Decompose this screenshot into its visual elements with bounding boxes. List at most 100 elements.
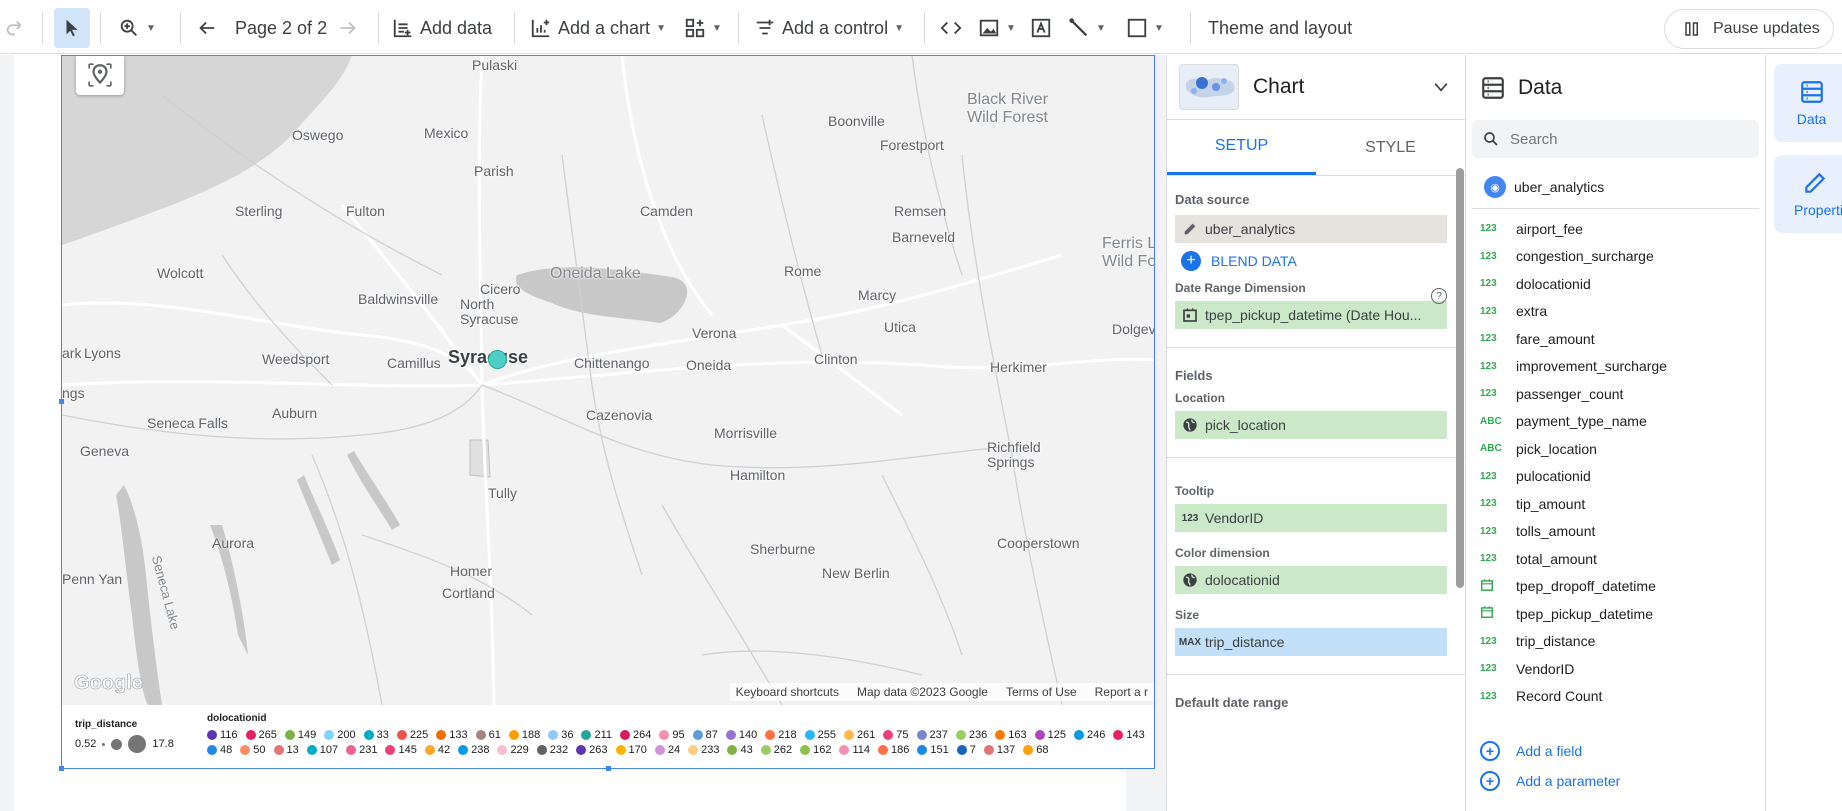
field-item[interactable]: ABC pick_location <box>1466 435 1765 463</box>
map-attribution-link[interactable]: Map data ©2023 Google <box>857 685 988 699</box>
text-type-icon: ABC <box>1480 443 1502 455</box>
google-map-chart[interactable]: Pulaski Oswego Mexico Boonville Black River … <box>62 55 1154 705</box>
components-icon <box>685 18 705 38</box>
embed-code-button[interactable] <box>940 8 962 48</box>
blend-data-button[interactable]: + BLEND DATA <box>1181 251 1457 271</box>
field-item[interactable]: 123 dolocationid <box>1466 270 1765 298</box>
field-item[interactable]: tpep_pickup_datetime <box>1466 600 1765 628</box>
side-tab-data[interactable]: Data <box>1774 64 1842 142</box>
next-page-button[interactable] <box>337 8 359 48</box>
color-dimension-chip[interactable]: dolocationid <box>1175 566 1447 594</box>
pause-updates-button[interactable]: Pause updates <box>1664 9 1834 49</box>
field-item[interactable]: 123 Record Count <box>1466 683 1765 711</box>
field-item[interactable]: 123 airport_fee <box>1466 215 1765 243</box>
community-viz-button[interactable]: ▼ <box>684 8 722 48</box>
chevron-down-icon[interactable] <box>1431 77 1451 97</box>
number-type-icon: 123 <box>1480 250 1497 262</box>
field-item[interactable]: 123 improvement_surcharge <box>1466 353 1765 381</box>
field-item[interactable]: tpep_dropoff_datetime <box>1466 573 1765 601</box>
number-type-icon: 123 <box>1480 553 1497 565</box>
color-dimension-label: Color dimension <box>1175 546 1270 560</box>
field-item[interactable]: ABC payment_type_name <box>1466 408 1765 436</box>
map-place-label: Oswego <box>292 127 344 143</box>
color-legend-item: 151 <box>917 744 949 756</box>
shape-button[interactable]: ▼ <box>1126 8 1164 48</box>
add-chart-button[interactable]: Add a chart ▼ <box>530 8 666 48</box>
divider <box>1167 347 1465 348</box>
aggregation-badge[interactable]: MAX <box>1175 628 1205 656</box>
previous-page-button[interactable] <box>196 8 218 48</box>
panel-scrollbar[interactable] <box>1456 168 1464 588</box>
search-input[interactable] <box>1510 130 1730 148</box>
color-swatch <box>878 745 888 755</box>
number-type-icon: 123 <box>1480 360 1497 372</box>
location-chip[interactable]: pick_location <box>1175 411 1447 439</box>
color-legend-value: 114 <box>852 744 870 756</box>
redo-button[interactable] <box>4 8 26 48</box>
data-source-chip[interactable]: uber_analytics <box>1175 215 1447 243</box>
redo-icon <box>6 20 22 36</box>
map-attribution: Keyboard shortcuts Map data ©2023 Google T… <box>729 683 1154 701</box>
map-attribution-link[interactable]: Report a r <box>1095 685 1148 699</box>
chevron-down-icon: ▼ <box>1154 22 1164 34</box>
chart-type-thumbnail[interactable] <box>1179 64 1239 110</box>
field-item[interactable]: 123 pulocationid <box>1466 463 1765 491</box>
line-button[interactable]: ▼ <box>1068 8 1106 48</box>
map-location-control[interactable] <box>76 55 124 95</box>
text-box-button[interactable] <box>1030 8 1052 48</box>
select-tool-button[interactable] <box>54 8 90 48</box>
add-control-button[interactable]: Add a control ▼ <box>754 8 904 48</box>
color-legend-item: 145 <box>385 744 417 756</box>
theme-layout-button[interactable]: Theme and layout <box>1208 8 1352 48</box>
help-icon[interactable]: ? <box>1431 288 1447 304</box>
data-panel: Data ◉ uber_analytics 123 airport_fee 123 c… <box>1465 55 1765 811</box>
map-attribution-link[interactable]: Keyboard shortcuts <box>736 685 839 699</box>
map-legend: trip_distance 0.52 17.8 dolocationid 116… <box>62 705 1154 769</box>
color-legend-item: 163 <box>995 729 1027 741</box>
field-item[interactable]: 123 congestion_surcharge <box>1466 243 1765 271</box>
map-place-label: Baldwinsville <box>358 291 439 307</box>
map-place-label: Sterling <box>235 203 283 219</box>
add-field-button[interactable]: + Add a field <box>1466 736 1765 766</box>
add-parameter-button[interactable]: + Add a parameter <box>1466 766 1765 796</box>
color-legend-item: 137 <box>983 744 1015 756</box>
data-source-row[interactable]: ◉ uber_analytics <box>1472 158 1759 209</box>
add-data-button[interactable]: Add data <box>392 8 492 48</box>
date-range-dimension-chip[interactable]: tpep_pickup_datetime (Date Hou... <box>1175 301 1447 329</box>
field-item[interactable]: 123 fare_amount <box>1466 325 1765 353</box>
tab-style[interactable]: STYLE <box>1316 120 1465 175</box>
color-swatch <box>800 745 811 755</box>
tab-setup[interactable]: SETUP <box>1167 120 1316 175</box>
map-data-point[interactable] <box>488 350 507 369</box>
field-item[interactable]: 123 extra <box>1466 298 1765 326</box>
toolbar: ▼ Page 2 of 2 Add data Add a chart ▼ ▼ A… <box>0 0 1842 54</box>
side-tab-properties[interactable]: Properties <box>1774 155 1842 233</box>
image-button[interactable]: ▼ <box>978 8 1016 48</box>
tooltip-chip[interactable]: 123 VendorID <box>1175 504 1447 532</box>
color-legend-item: 236 <box>955 729 987 741</box>
color-swatch <box>581 730 592 740</box>
size-chip[interactable]: MAX trip_distance <box>1175 628 1447 656</box>
map-attribution-link[interactable]: Terms of Use <box>1006 685 1077 699</box>
color-legend-item: 61 <box>475 729 501 741</box>
zoom-button[interactable]: ▼ <box>118 8 156 48</box>
color-swatch <box>615 745 626 755</box>
map-place-label: Hamilton <box>730 467 786 483</box>
field-item[interactable]: 123 total_amount <box>1466 545 1765 573</box>
color-legend-value: 186 <box>891 744 910 756</box>
map-place-label: Boonville <box>828 113 885 129</box>
map-place-label: Oneida Lake <box>550 265 641 282</box>
field-item[interactable]: 123 tip_amount <box>1466 490 1765 518</box>
map-place-label: Cazenovia <box>586 407 653 423</box>
field-item[interactable]: 123 trip_distance <box>1466 628 1765 656</box>
field-name: tpep_dropoff_datetime <box>1516 578 1656 595</box>
color-swatch <box>508 730 519 740</box>
search-box[interactable] <box>1472 120 1759 158</box>
field-item[interactable]: 123 passenger_count <box>1466 380 1765 408</box>
field-item[interactable]: 123 VendorID <box>1466 655 1765 683</box>
map-place-label: Cicero <box>480 281 521 297</box>
field-item[interactable]: 123 tolls_amount <box>1466 518 1765 546</box>
color-legend-item: 68 <box>1023 744 1048 756</box>
color-legend-value: 265 <box>258 729 277 741</box>
color-swatch <box>458 745 469 755</box>
